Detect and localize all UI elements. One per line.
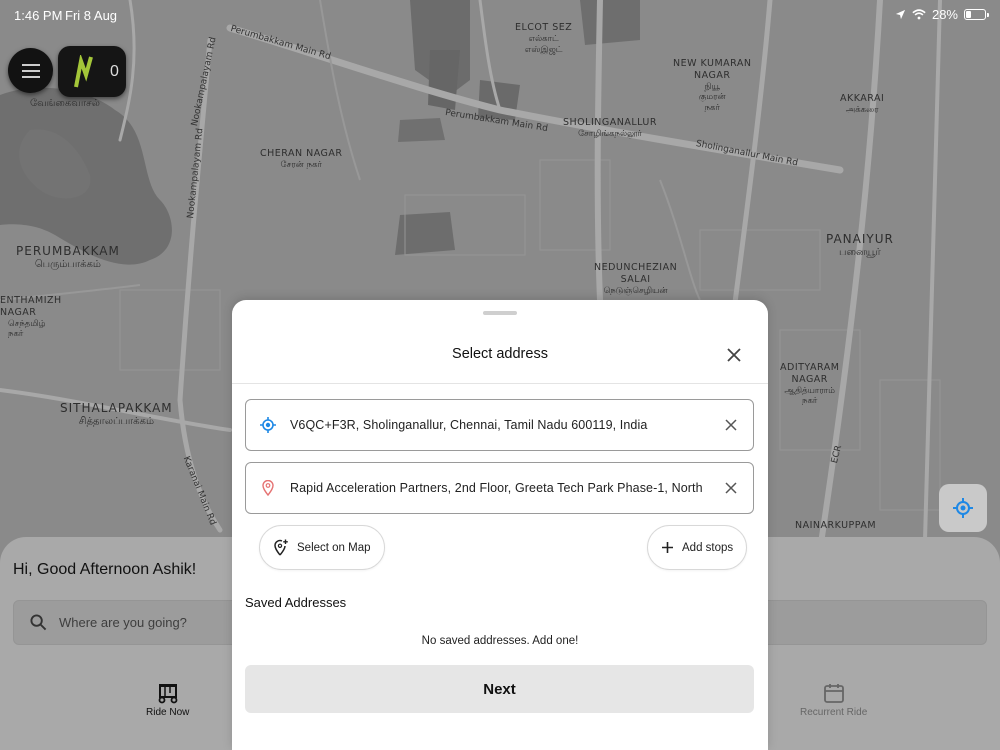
status-right: 28% — [895, 7, 989, 22]
select-on-map-button[interactable]: Select on Map — [259, 525, 385, 570]
pin-add-icon — [274, 539, 288, 556]
sheet-title: Select address — [452, 346, 548, 362]
map-place-label: AKKARAI அக்கரை — [840, 93, 885, 115]
auto-rickshaw-icon — [158, 684, 178, 704]
map-place-label: SHOLINGANALLUR சோழிங்கநல்லூர் — [563, 117, 657, 139]
current-location-icon — [260, 417, 276, 433]
battery-icon — [964, 9, 989, 20]
rewards-count: 0 — [110, 62, 119, 80]
tab-label: Recurrent Ride — [800, 707, 868, 718]
saved-addresses-heading: Saved Addresses — [245, 595, 347, 610]
map-place-label: ADITYARAM NAGAR ஆதித்யாராம் நகர் — [780, 362, 840, 407]
sheet-drag-handle[interactable] — [483, 311, 517, 315]
plus-icon — [662, 542, 673, 553]
hamburger-icon — [21, 63, 40, 78]
recenter-button[interactable] — [939, 484, 987, 532]
search-placeholder: Where are you going? — [59, 615, 187, 630]
status-time: 1:46 PM — [14, 8, 63, 23]
select-on-map-label: Select on Map — [297, 541, 371, 554]
wifi-icon — [912, 9, 926, 20]
location-arrow-icon — [895, 9, 906, 20]
drop-address-text: Rapid Acceleration Partners, 2nd Floor, … — [290, 481, 703, 495]
tab-label: Ride Now — [146, 707, 190, 718]
map-pin-icon — [262, 480, 274, 496]
crosshair-icon — [953, 498, 973, 518]
close-icon[interactable] — [725, 346, 743, 364]
map-place-label: PERUMBAKKAM பெரும்பாக்கம் — [16, 244, 120, 270]
clear-icon[interactable] — [725, 482, 737, 494]
menu-button[interactable] — [8, 48, 53, 93]
pickup-address-text: V6QC+F3R, Sholinganallur, Chennai, Tamil… — [290, 418, 648, 432]
map-place-label: SITHALAPAKKAM சித்தாலப்பாக்கம் — [60, 401, 173, 427]
rewards-button[interactable]: 0 — [58, 46, 126, 97]
select-address-sheet: Select address V6QC+F3R, Sholinganallur,… — [232, 300, 768, 750]
map-place-label: NEDUNCHEZIAN SALAI நெடுஞ்செழியன் — [594, 262, 678, 296]
add-stops-label: Add stops — [682, 541, 734, 554]
next-button[interactable]: Next — [245, 665, 754, 713]
add-stops-button[interactable]: Add stops — [647, 525, 748, 570]
empty-saved-message: No saved addresses. Add one! — [421, 635, 579, 647]
status-date: Fri 8 Aug — [65, 8, 118, 23]
map-place-label: PANAIYUR பனையூர் — [826, 232, 894, 258]
greeting-text: Hi, Good Afternoon Ashik! — [13, 561, 197, 578]
pickup-address-field[interactable]: V6QC+F3R, Sholinganallur, Chennai, Tamil… — [245, 399, 754, 451]
map-place-label: CHERAN NAGAR சேரன் நகர் — [260, 148, 343, 170]
map-place-label: வேங்கைவாசல் — [30, 98, 100, 109]
clear-icon[interactable] — [725, 419, 737, 431]
map-place-label: ENTHAMIZH NAGAR செந்தமிழ் நகர் — [0, 295, 62, 340]
block-area — [395, 212, 455, 255]
brand-logo-icon — [74, 54, 93, 87]
map-place-label: NEW KUMARAN NAGAR நியூ குமரன் நகர் — [673, 58, 752, 113]
tab-recurrent-ride[interactable]: Recurrent Ride — [800, 682, 867, 718]
map-place-label: NAINARKUPPAM — [795, 520, 877, 531]
status-bar: 1:46 PM Fri 8 Aug 28% — [0, 0, 1000, 30]
drop-address-field[interactable]: Rapid Acceleration Partners, 2nd Floor, … — [245, 462, 754, 514]
battery-percent: 28% — [931, 7, 958, 22]
calendar-icon — [823, 684, 844, 703]
divider — [232, 383, 768, 384]
block-area — [398, 118, 445, 142]
search-icon — [30, 614, 47, 631]
tab-ride-now[interactable]: Ride Now — [146, 682, 189, 718]
